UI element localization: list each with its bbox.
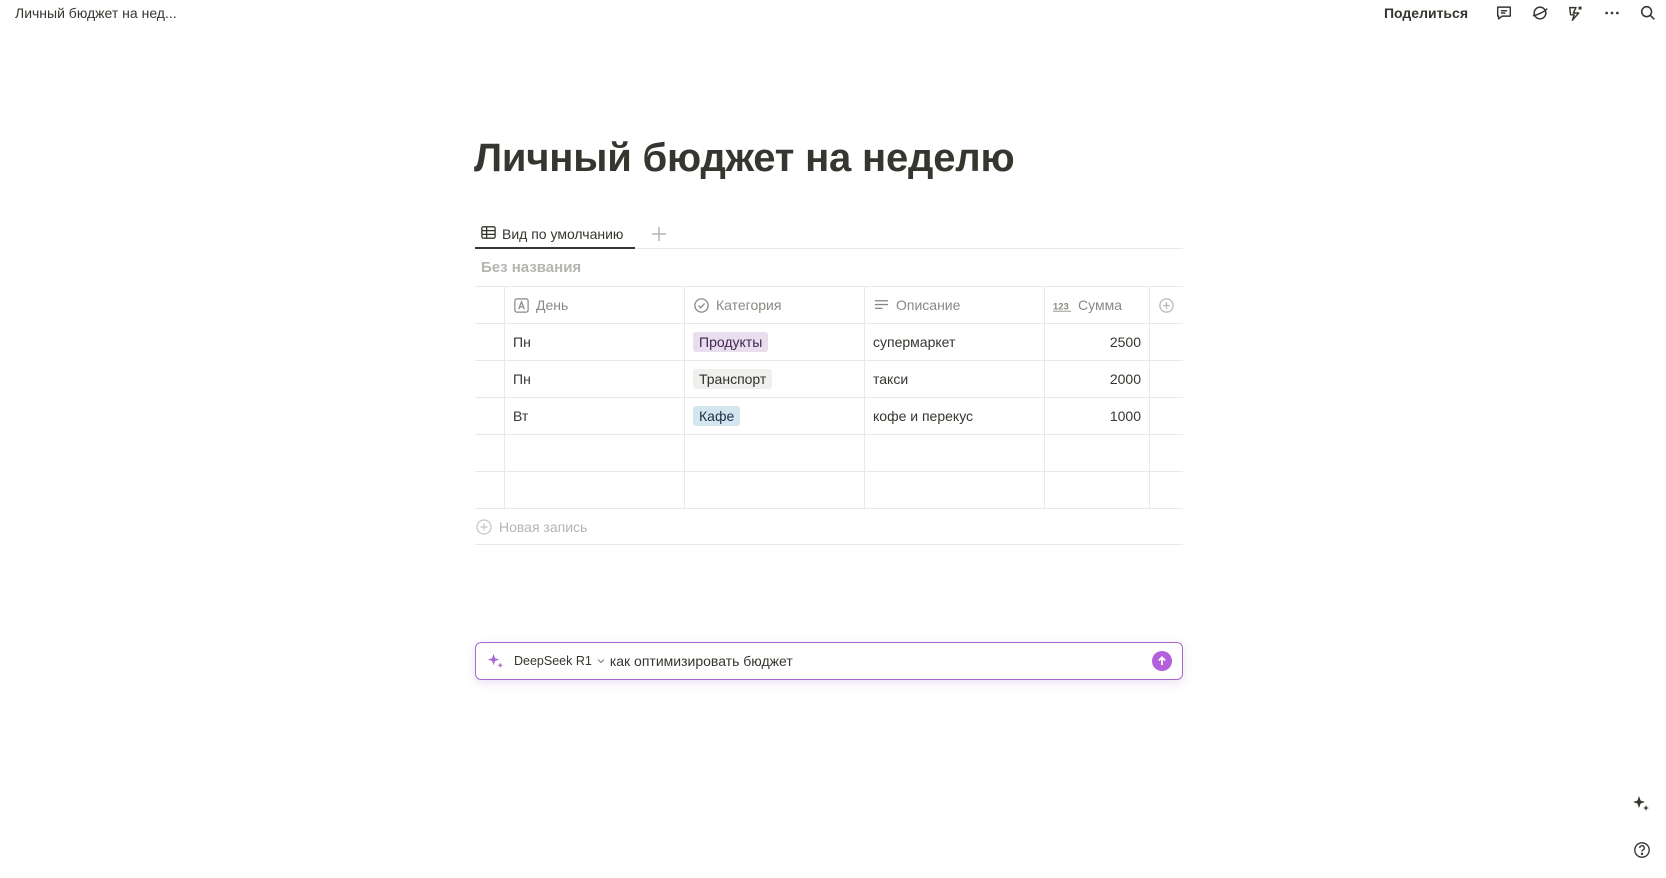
cell-day-text: Пн xyxy=(513,334,531,350)
database-title[interactable]: Без названия xyxy=(481,259,581,276)
cell-category[interactable]: Кафе xyxy=(684,398,864,434)
cell-sum[interactable]: 1000 xyxy=(1044,398,1149,434)
cell-end xyxy=(1149,361,1183,397)
cell-day-text: Пн xyxy=(513,371,531,387)
table-row[interactable]: Пн Продукты супермаркет 2500 xyxy=(475,324,1183,361)
tab-default-view[interactable]: Вид по умолчанию xyxy=(475,220,635,249)
cell-end xyxy=(1149,472,1183,508)
ai-sparkle-icon xyxy=(1633,796,1649,811)
chevron-down-icon xyxy=(597,659,605,664)
cell-description[interactable] xyxy=(864,472,1044,508)
svg-text:123: 123 xyxy=(1053,301,1069,312)
cell-category[interactable] xyxy=(684,435,864,471)
send-button[interactable] xyxy=(1152,651,1172,671)
cell-day[interactable]: Пн xyxy=(504,361,684,397)
cell-end xyxy=(1149,435,1183,471)
cell-description[interactable]: кофе и перекус xyxy=(864,398,1044,434)
ai-prompt-input[interactable] xyxy=(609,646,1152,676)
database-table: День Категория Описание 123 Сумма Пн Про… xyxy=(475,286,1183,509)
column-header-category[interactable]: Категория xyxy=(684,287,864,323)
updates-icon[interactable] xyxy=(1558,0,1594,26)
cell-sum-text: 2000 xyxy=(1109,371,1141,387)
more-icon[interactable] xyxy=(1594,0,1630,26)
cell-sum[interactable]: 2500 xyxy=(1044,324,1149,360)
sync-icon[interactable] xyxy=(1522,0,1558,26)
model-selector[interactable]: DeepSeek R1 xyxy=(514,654,610,668)
ai-assistant-button[interactable] xyxy=(1629,792,1653,816)
table-row[interactable] xyxy=(475,472,1183,509)
table-body: Пн Продукты супермаркет 2500 Пн Транспорт такс… xyxy=(475,324,1183,509)
ai-sparkle-icon xyxy=(476,643,514,679)
cell-description[interactable]: такси xyxy=(864,361,1044,397)
column-header-day[interactable]: День xyxy=(504,287,684,323)
top-bar: Личный бюджет на нед... Поделиться xyxy=(0,0,1666,26)
comment-icon[interactable] xyxy=(1486,0,1522,26)
cell-sum[interactable]: 2000 xyxy=(1044,361,1149,397)
cell-sum[interactable] xyxy=(1044,472,1149,508)
breadcrumb[interactable]: Личный бюджет на нед... xyxy=(15,5,177,21)
cell-end xyxy=(1149,324,1183,360)
add-view-button[interactable] xyxy=(648,223,670,245)
column-header-description[interactable]: Описание xyxy=(864,287,1044,323)
category-tag: Транспорт xyxy=(693,369,773,389)
cell-day[interactable]: Вт xyxy=(504,398,684,434)
cell-day-text: Вт xyxy=(513,408,529,424)
add-circle-icon xyxy=(1159,297,1174,313)
add-property-button[interactable] xyxy=(1149,287,1183,323)
table-header: День Категория Описание 123 Сумма xyxy=(475,287,1183,324)
cell-day[interactable]: Пн xyxy=(504,324,684,360)
cell-day[interactable] xyxy=(504,435,684,471)
category-tag: Продукты xyxy=(693,332,769,352)
cell-description-text: кофе и перекус xyxy=(873,408,974,424)
new-record-button[interactable]: Новая запись xyxy=(475,509,1183,545)
cell-end xyxy=(1149,398,1183,434)
cell-category[interactable]: Транспорт xyxy=(684,361,864,397)
table-row[interactable]: Пн Транспорт такси 2000 xyxy=(475,361,1183,398)
cell-category[interactable] xyxy=(684,472,864,508)
plus-icon xyxy=(652,227,666,241)
number-property-icon: 123 xyxy=(1053,301,1071,312)
cell-description-text: супермаркет xyxy=(873,334,956,350)
model-label: DeepSeek R1 xyxy=(514,654,592,668)
new-record-label: Новая запись xyxy=(499,518,588,535)
cell-category[interactable]: Продукты xyxy=(684,324,864,360)
text-property-icon xyxy=(514,297,529,313)
cell-sum-text: 1000 xyxy=(1109,408,1141,424)
table-row[interactable]: Вт Кафе кофе и перекус 1000 xyxy=(475,398,1183,435)
arrow-up-icon xyxy=(1158,656,1166,665)
search-icon[interactable] xyxy=(1630,0,1666,26)
topbar-actions: Поделиться xyxy=(1384,0,1666,26)
table-icon xyxy=(480,224,502,244)
cell-description[interactable]: супермаркет xyxy=(864,324,1044,360)
help-button[interactable] xyxy=(1631,839,1653,861)
table-row[interactable] xyxy=(475,435,1183,472)
ai-prompt-bar: DeepSeek R1 xyxy=(475,642,1183,680)
share-button[interactable]: Поделиться xyxy=(1384,5,1468,21)
category-tag: Кафе xyxy=(693,406,741,426)
help-icon xyxy=(1634,842,1650,858)
text-lines-icon xyxy=(874,299,889,309)
column-header-sum[interactable]: 123 Сумма xyxy=(1044,287,1149,323)
cell-day[interactable] xyxy=(504,472,684,508)
tab-label: Вид по умолчанию xyxy=(502,225,624,242)
cell-sum-text: 2500 xyxy=(1109,334,1141,350)
add-circle-icon xyxy=(476,518,492,535)
cell-description-text: такси xyxy=(873,371,909,387)
view-tabs: Вид по умолчанию xyxy=(475,220,1183,249)
cell-description[interactable] xyxy=(864,435,1044,471)
cell-sum[interactable] xyxy=(1044,435,1149,471)
status-property-icon xyxy=(694,297,709,313)
page-title[interactable]: Личный бюджет на неделю xyxy=(474,136,1015,181)
